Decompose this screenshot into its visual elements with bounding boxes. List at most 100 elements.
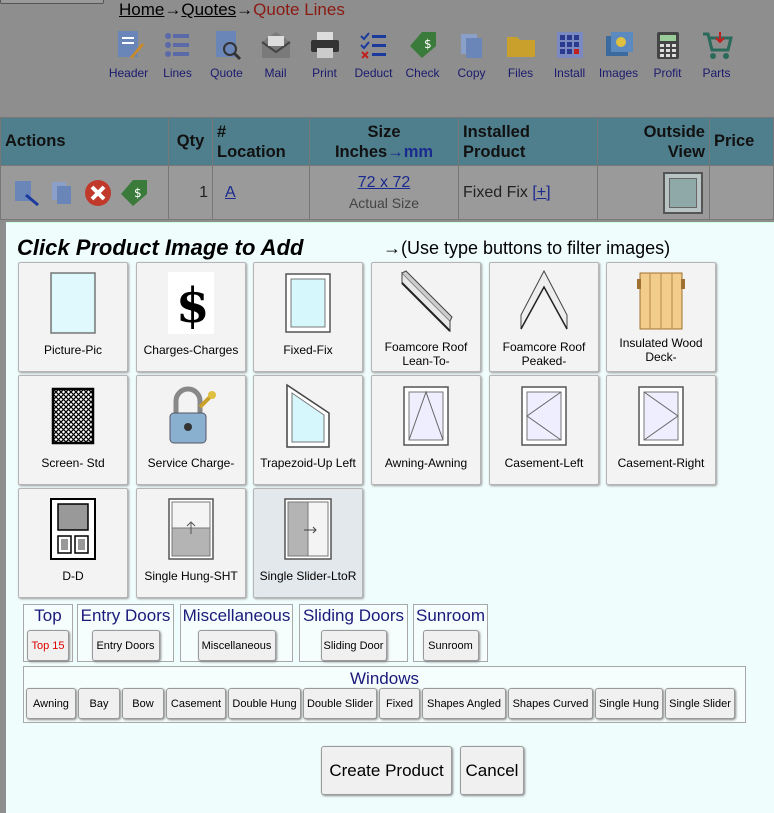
product-tile-awning[interactable]: Awning-Awning <box>371 375 481 485</box>
peaked-roof-icon <box>519 269 569 340</box>
casement-right-icon <box>638 385 684 451</box>
add-product-modal: Click Product Image to Add →(Use type bu… <box>6 222 774 813</box>
group-windows-title: Windows <box>350 669 419 688</box>
product-tile-single-hung[interactable]: Single Hung-SHT <box>136 488 246 598</box>
product-tile-foamcore-lean-to[interactable]: Foamcore Roof Lean-To- <box>371 262 481 372</box>
toolbar-quote-button[interactable]: Quote <box>202 28 251 80</box>
col-location-hash: # <box>217 122 227 141</box>
breadcrumb-home-link[interactable]: Home <box>119 0 164 19</box>
filter-bow-button[interactable]: Bow <box>122 688 164 719</box>
toolbar-print-button[interactable]: Print <box>300 28 349 80</box>
toolbar-lines-button[interactable]: Lines <box>153 28 202 80</box>
toolbar-label: Mail <box>264 66 287 80</box>
install-icon <box>553 28 587 62</box>
toolbar-deduct-button[interactable]: Deduct <box>349 28 398 80</box>
filter-shapes-curved-button[interactable]: Shapes Curved <box>508 688 593 719</box>
miscellaneous-button[interactable]: Miscellaneous <box>197 630 276 661</box>
quote-icon <box>210 28 244 62</box>
create-product-button[interactable]: Create Product <box>321 746 452 795</box>
toolbar-profit-button[interactable]: Profit <box>643 28 692 80</box>
product-caption: Casement-Right <box>617 456 705 470</box>
filter-awning-button[interactable]: Awning <box>26 688 76 719</box>
group-top: Top Top 15 <box>23 604 73 662</box>
group-entry-doors-title: Entry Doors <box>80 606 171 625</box>
toolbar-copy-button[interactable]: Copy <box>447 28 496 80</box>
sliding-door-button[interactable]: Sliding Door <box>320 630 387 661</box>
product-tile-fixed[interactable]: Fixed-Fix <box>253 262 363 372</box>
size-link[interactable]: 72 x 72 <box>358 174 410 191</box>
product-tile-door[interactable]: D-D <box>18 488 128 598</box>
edit-line-icon[interactable] <box>11 178 41 208</box>
product-tile-casement-left[interactable]: Casement-Left <box>489 375 599 485</box>
filter-double-hung-button[interactable]: Double Hung <box>228 688 301 719</box>
toolbar-label: Parts <box>702 66 731 80</box>
product-caption: Single Hung-SHT <box>144 569 238 583</box>
col-size-inches: Inches <box>334 142 388 161</box>
modal-hint: →(Use type buttons to filter images) <box>383 238 671 258</box>
product-tile-charges[interactable]: $ Charges-Charges <box>136 262 246 372</box>
windows-filter-row: Awning Bay Bow Casement Double Hung Doub… <box>26 688 735 719</box>
toolbar-label: Quote <box>210 66 243 80</box>
product-tile-foamcore-peaked[interactable]: Foamcore Roof Peaked- <box>489 262 599 372</box>
toolbar-files-button[interactable]: Files <box>496 28 545 80</box>
toolbar-check-button[interactable]: $ Check <box>398 28 447 80</box>
cancel-button[interactable]: Cancel <box>460 746 524 795</box>
delete-line-icon[interactable] <box>83 178 113 208</box>
product-tile-service-charge[interactable]: Service Charge- <box>136 375 246 485</box>
filter-casement-button[interactable]: Casement <box>166 688 226 719</box>
door-icon <box>50 497 96 565</box>
toolbar-mail-button[interactable]: Mail <box>251 28 300 80</box>
product-tile-single-slider[interactable]: Single Slider-LtoR <box>253 488 363 598</box>
filter-fixed-button[interactable]: Fixed <box>379 688 420 719</box>
row-size: 72 x 72 Actual Size <box>309 165 459 220</box>
breadcrumb-quotes-link[interactable]: Quotes <box>181 0 236 19</box>
filter-double-slider-button[interactable]: Double Slider <box>303 688 377 719</box>
col-product: Installed Product <box>458 117 598 166</box>
col-size-mm-toggle[interactable]: →mm <box>387 143 433 161</box>
toolbar-label: Print <box>312 66 337 80</box>
outside-view-thumbnail[interactable] <box>663 171 703 214</box>
toolbar-label: Header <box>108 66 149 80</box>
picture-window-icon <box>50 271 96 339</box>
toolbar-header-button[interactable]: Header <box>104 28 153 80</box>
toolbar-label: Install <box>553 66 586 80</box>
copy-icon <box>455 28 489 62</box>
product-tile-screen[interactable]: Screen- Std <box>18 375 128 485</box>
product-caption: Insulated Wood Deck- <box>619 336 703 364</box>
top15-button[interactable]: Top 15 <box>27 630 69 661</box>
calculator-icon <box>651 28 685 62</box>
group-miscellaneous: Miscellaneous Miscellaneous <box>180 604 293 662</box>
filter-shapes-angled-button[interactable]: Shapes Angled <box>422 688 506 719</box>
toolbar-images-button[interactable]: Images <box>594 28 643 80</box>
product-tile-casement-right[interactable]: Casement-Right <box>606 375 716 485</box>
copy-line-icon[interactable] <box>47 178 77 208</box>
expand-link[interactable]: [+] <box>532 184 550 201</box>
product-tile-picture[interactable]: Picture-Pic <box>18 262 128 372</box>
row-actions: $ <box>0 165 169 220</box>
location-link[interactable]: A <box>225 184 236 201</box>
product-caption: Foamcore Roof Peaked- <box>502 340 586 368</box>
check-icon: $ <box>406 28 440 62</box>
group-entry-doors: Entry Doors Entry Doors <box>77 604 174 662</box>
header-icon <box>112 28 146 62</box>
toolbar-parts-button[interactable]: Parts <box>692 28 741 80</box>
entry-doors-button[interactable]: Entry Doors <box>91 630 160 661</box>
group-sliding-doors-title: Sliding Doors <box>302 606 405 625</box>
product-caption: Picture-Pic <box>43 343 102 357</box>
filter-bay-button[interactable]: Bay <box>78 688 120 719</box>
table-header-row: Actions Qty # Location Size Inches→mm In… <box>0 117 774 166</box>
padlock-icon <box>166 385 216 452</box>
price-tag-icon[interactable]: $ <box>119 178 149 208</box>
table-row: $ 1 A 72 x 72 Actual Size Fixed Fix [+] <box>0 165 774 220</box>
product-tile-wood-deck[interactable]: Insulated Wood Deck- <box>606 262 716 372</box>
cart-icon <box>700 28 734 62</box>
row-outside-view <box>597 165 710 220</box>
product-tile-trapezoid[interactable]: Trapezoid-Up Left <box>253 375 363 485</box>
sunroom-button[interactable]: Sunroom <box>422 630 479 661</box>
filter-single-slider-button[interactable]: Single Slider <box>665 688 735 719</box>
toolbar-label: Check <box>405 66 440 80</box>
top-input-field[interactable] <box>0 0 104 4</box>
group-sunroom-title: Sunroom <box>416 606 485 625</box>
filter-single-hung-button[interactable]: Single Hung <box>595 688 663 719</box>
toolbar-install-button[interactable]: Install <box>545 28 594 80</box>
